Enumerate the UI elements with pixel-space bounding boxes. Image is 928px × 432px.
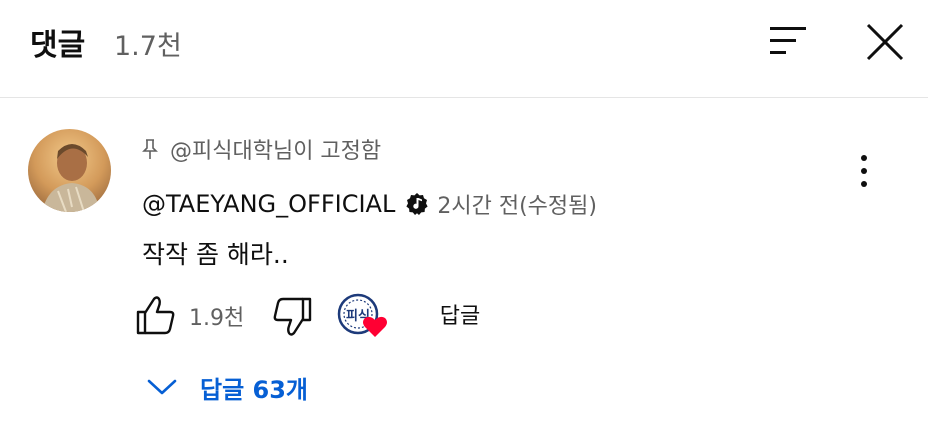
more-vert-icon[interactable] [852,152,876,192]
pinned-label: @피식대학님이 고정함 [170,139,382,164]
author-row: @TAEYANG_OFFICIAL 2시간 전(수정됨) [142,187,597,221]
like-count: 1.9천 [189,306,245,331]
pin-icon [142,139,158,159]
verified-icon [406,193,428,215]
thumbs-up-icon[interactable] [134,294,178,336]
creator-heart-icon: 피식 [337,293,387,337]
reply-button[interactable]: 답글 [425,296,495,332]
comment-text: 작작 좀 해라.. [142,240,289,269]
view-replies-button[interactable]: 답글 63개 [146,366,308,408]
comments-count: 1.7천 [114,31,182,62]
author-avatar[interactable] [28,129,111,212]
author-name[interactable]: @TAEYANG_OFFICIAL [142,190,395,218]
comments-title: 댓글 [30,28,86,63]
thumbs-down-icon[interactable] [270,296,314,338]
comment-time: 2시간 전(수정됨) [437,194,597,219]
chevron-down-icon [147,379,177,395]
replies-count-label: 답글 63개 [200,375,308,404]
pinned-row: @피식대학님이 고정함 [142,134,381,164]
close-icon[interactable] [864,22,906,62]
sort-icon[interactable] [768,24,808,58]
comments-header: 댓글 1.7천 [0,0,928,98]
